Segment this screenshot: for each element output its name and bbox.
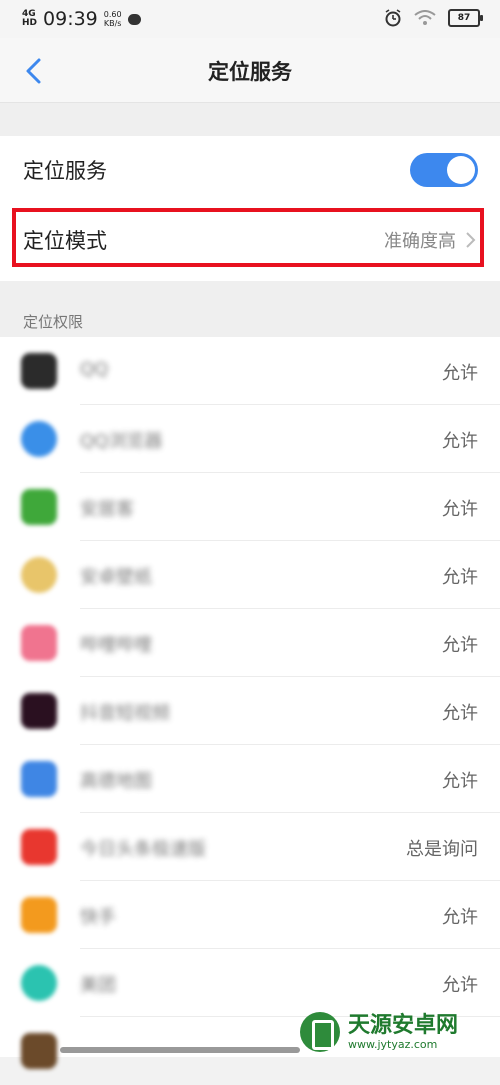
watermark-name: 天源安卓网	[348, 1012, 459, 1038]
app-row[interactable]: 安卓壁纸 允许	[0, 541, 500, 609]
page-title: 定位服务	[208, 60, 292, 84]
app-permission: 允许	[442, 431, 478, 452]
toggle-knob	[447, 156, 475, 184]
watermark-logo-icon	[300, 1012, 340, 1052]
nav-bar: 定位服务	[0, 38, 500, 103]
network-speed: 0.60 KB/s	[104, 10, 122, 28]
app-permission: 允许	[442, 635, 478, 656]
app-permission: 允许	[442, 567, 478, 588]
permissions-group-header: 定位权限	[0, 281, 500, 337]
app-name: QQ浏览器	[80, 431, 163, 452]
app-row[interactable]: 快手 允许	[0, 881, 500, 949]
location-service-label: 定位服务	[23, 159, 107, 183]
app-icon	[21, 965, 57, 1001]
home-indicator	[60, 1047, 300, 1053]
app-name: 快手	[80, 907, 116, 928]
app-name: 高德地图	[80, 771, 152, 792]
app-icon	[21, 353, 57, 389]
network-subtype: HD	[22, 18, 38, 28]
app-name: 美团	[80, 975, 116, 996]
app-name: 安居客	[80, 499, 134, 520]
watermark-text: 天源安卓网 www.jytyaz.com	[348, 1012, 459, 1051]
wifi-icon	[414, 10, 436, 25]
network-speed-value: 0.60	[103, 10, 122, 19]
app-name: 抖音短视频	[80, 703, 170, 724]
location-service-row[interactable]: 定位服务	[0, 136, 500, 204]
app-icon	[21, 625, 57, 661]
app-icon	[21, 761, 57, 797]
app-icon	[21, 693, 57, 729]
highlight-annotation	[12, 208, 484, 267]
app-row[interactable]: 美团 允许	[0, 949, 500, 1017]
app-permission-list: QQ 允许 QQ浏览器 允许 安居客 允许 安卓壁纸 允许 哔哩哔哩 允许 抖音…	[0, 337, 500, 1069]
location-service-toggle[interactable]	[410, 153, 478, 187]
network-indicator: 4G HD	[22, 10, 37, 28]
app-permission: 允许	[442, 499, 478, 520]
network-speed-unit: KB/s	[103, 19, 122, 28]
watermark-url: www.jytyaz.com	[348, 1037, 438, 1051]
status-bar: 4G HD 09:39 0.60 KB/s 87	[0, 0, 500, 38]
section-spacer	[0, 103, 500, 136]
app-name: QQ	[80, 359, 109, 380]
app-icon	[21, 829, 57, 865]
app-row[interactable]: QQ 允许	[0, 337, 500, 405]
battery-indicator: 87	[448, 9, 483, 27]
app-permission: 允许	[442, 975, 478, 996]
status-time: 09:39	[43, 8, 98, 30]
app-row[interactable]: 今日头条极速版 总是询问	[0, 813, 500, 881]
app-icon	[21, 421, 57, 457]
app-row[interactable]: 哔哩哔哩 允许	[0, 609, 500, 677]
app-name: 今日头条极速版	[80, 839, 206, 860]
app-icon	[21, 897, 57, 933]
watermark: 天源安卓网 www.jytyaz.com	[300, 1012, 458, 1052]
permissions-header-label: 定位权限	[23, 313, 84, 331]
app-permission: 允许	[442, 771, 478, 792]
app-icon	[21, 489, 57, 525]
app-row[interactable]: QQ浏览器 允许	[0, 405, 500, 473]
app-row[interactable]: 安居客 允许	[0, 473, 500, 541]
app-permission: 允许	[442, 363, 478, 384]
app-name: 哔哩哔哩	[80, 635, 152, 656]
app-name: 安卓壁纸	[80, 567, 152, 588]
message-icon	[127, 13, 141, 25]
app-row[interactable]: 抖音短视频 允许	[0, 677, 500, 745]
app-permission: 允许	[442, 703, 478, 724]
app-permission: 总是询问	[406, 839, 478, 860]
alarm-icon	[385, 9, 401, 27]
app-row[interactable]: 高德地图 允许	[0, 745, 500, 813]
app-icon	[21, 1033, 57, 1069]
app-permission: 允许	[442, 907, 478, 928]
app-icon	[21, 557, 57, 593]
